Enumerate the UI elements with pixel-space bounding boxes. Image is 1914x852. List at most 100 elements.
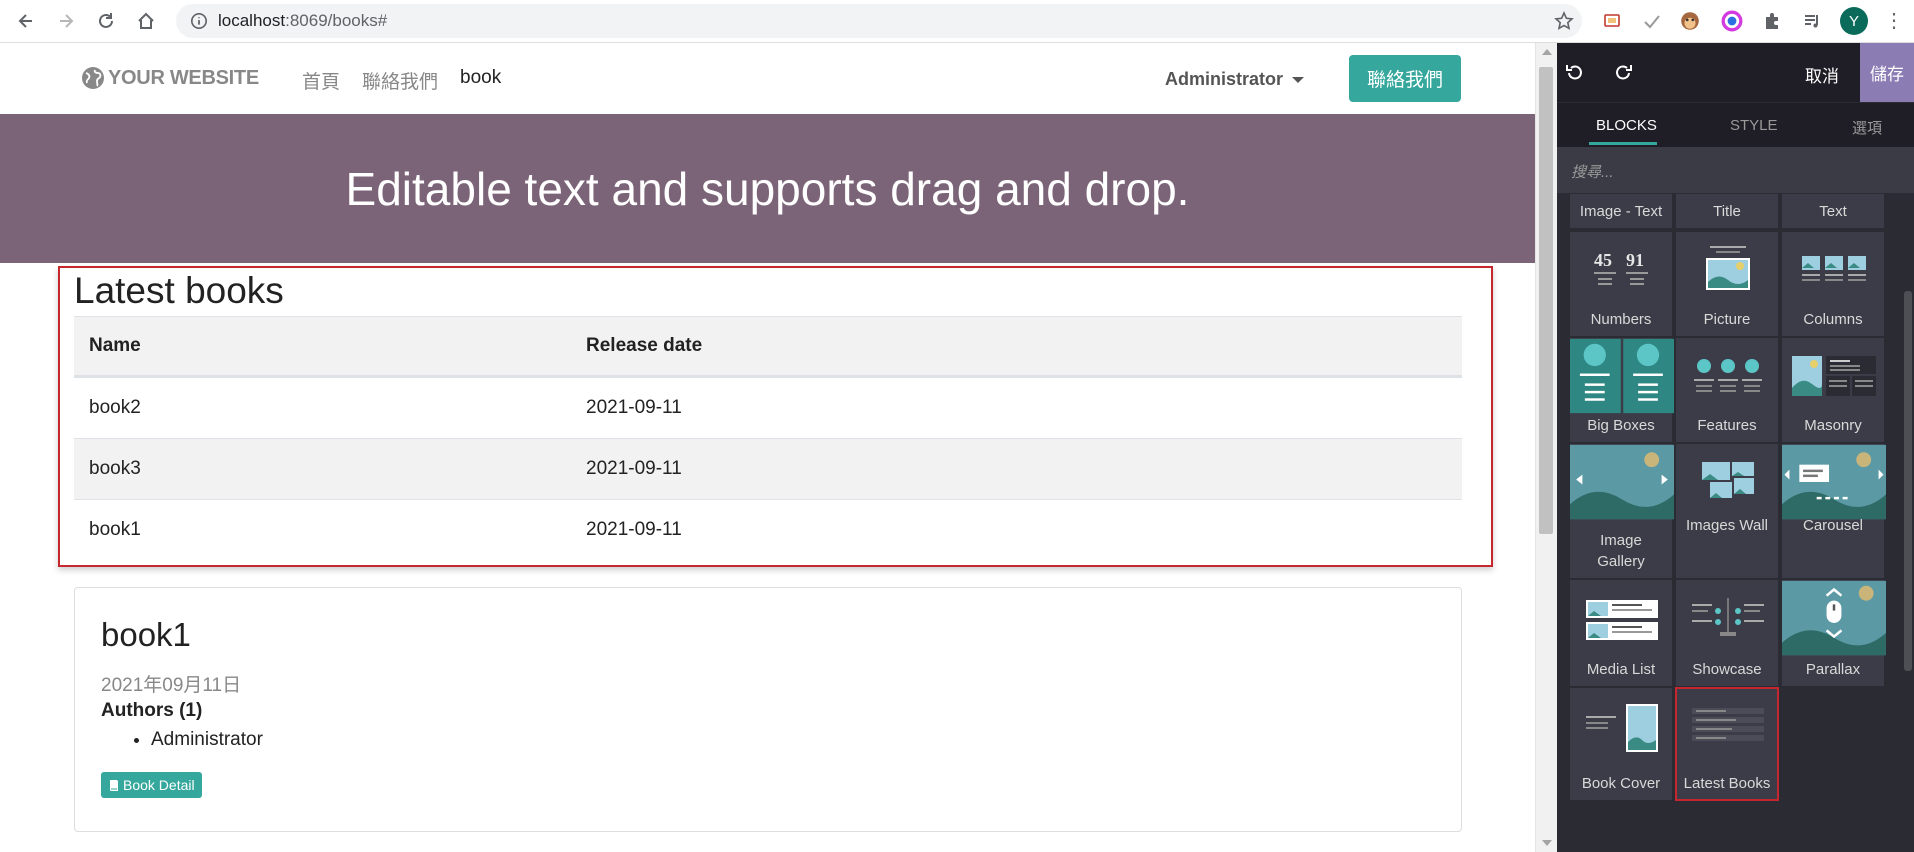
snippet-label: Title	[1713, 203, 1741, 220]
column-header-name: Name	[89, 335, 141, 356]
reload-button[interactable]	[88, 3, 124, 39]
cancel-button[interactable]: 取消	[1805, 62, 1839, 87]
snippet-text[interactable]: Text	[1781, 193, 1885, 229]
contact-us-button[interactable]: 聯絡我們	[1349, 55, 1461, 102]
book-detail-label: Book Detail	[123, 777, 195, 793]
book-card: book1 2021年09月11日 Authors (1) Administra…	[74, 587, 1462, 832]
undo-icon[interactable]	[1565, 62, 1585, 82]
site-menu: 首頁 聯絡我們 book	[302, 67, 501, 94]
editor-toolbar: 取消 儲存	[1557, 43, 1914, 102]
picture-icon	[1706, 246, 1750, 290]
snippet-numbers[interactable]: 45 91 Numbers	[1569, 231, 1673, 337]
page-scrollbar[interactable]	[1535, 43, 1557, 852]
features-icon	[1694, 359, 1762, 392]
snippet-picture[interactable]: Picture	[1675, 231, 1779, 337]
user-dropdown[interactable]: Administrator	[1165, 69, 1304, 90]
forward-button[interactable]	[48, 3, 84, 39]
cell-release-date: 2021-09-11	[586, 519, 682, 540]
info-icon[interactable]	[190, 12, 208, 30]
media-list-icon	[1586, 600, 1658, 640]
menu-item-book[interactable]: book	[460, 67, 501, 94]
book-detail-button[interactable]: Book Detail	[101, 772, 202, 798]
tab-blocks[interactable]: BLOCKS	[1596, 117, 1657, 134]
snippet-label: Image - Text	[1579, 203, 1663, 220]
numbers-icon: 45 91	[1594, 250, 1648, 285]
scroll-up-arrow-icon[interactable]	[1542, 49, 1552, 55]
redo-icon[interactable]	[1613, 62, 1633, 82]
profile-avatar[interactable]: Y	[1840, 7, 1868, 35]
banner-text[interactable]: Editable text and supports drag and drop…	[346, 162, 1190, 216]
snippet-columns[interactable]: Columns	[1781, 231, 1885, 337]
menu-item-contact[interactable]: 聯絡我們	[362, 67, 438, 94]
snippet-label: Book Cover	[1581, 775, 1661, 792]
snippet-label: Image Gallery	[1597, 532, 1645, 570]
tab-options[interactable]: 選項	[1852, 117, 1882, 138]
url-text: localhost:8069/books#	[218, 11, 387, 31]
snippet-showcase[interactable]: Showcase	[1675, 579, 1779, 687]
snippet-grid: Image - Text Title Text 45 91 Numbers Pi…	[1557, 193, 1914, 852]
latest-books-snippet[interactable]: Latest books Name Release date book2 202…	[58, 266, 1493, 567]
panel-scrollbar-thumb[interactable]	[1904, 291, 1912, 671]
media-control-icon[interactable]	[1800, 9, 1824, 33]
snippet-book-cover[interactable]: Book Cover	[1569, 687, 1673, 801]
snippet-carousel[interactable]: Carousel	[1781, 443, 1886, 579]
snippet-features[interactable]: Features	[1675, 337, 1779, 443]
column-header-release-date: Release date	[586, 335, 703, 356]
site-header: YOUR WEBSITE 首頁 聯絡我們 book Administrator …	[0, 43, 1535, 114]
book-cover-icon	[1586, 704, 1658, 752]
snippet-label: Media List	[1586, 661, 1656, 678]
snippet-latest-books[interactable]: Latest Books	[1675, 687, 1779, 801]
panel-tabs: BLOCKS STYLE 選項	[1557, 102, 1914, 147]
snippet-parallax[interactable]: Parallax	[1781, 579, 1886, 687]
snippet-title[interactable]: Title	[1675, 193, 1779, 229]
book-icon	[110, 780, 118, 791]
snippet-media-list[interactable]: Media List	[1569, 579, 1673, 687]
snippet-label: Showcase	[1692, 661, 1762, 678]
columns-icon	[1802, 256, 1866, 281]
snippet-label: Images Wall	[1686, 517, 1768, 534]
home-button[interactable]	[128, 3, 164, 39]
snippet-images-wall[interactable]: Images Wall	[1675, 443, 1779, 579]
cell-release-date: 2021-09-11	[586, 397, 682, 418]
cell-name: book3	[89, 458, 141, 479]
table-header-row: Name Release date	[74, 316, 1462, 377]
monkey-extension-icon[interactable]	[1678, 9, 1702, 33]
snippet-big-boxes[interactable]: Big Boxes	[1569, 337, 1674, 443]
browser-menu-icon[interactable]: ⋮	[1884, 11, 1904, 31]
banner-section[interactable]: Editable text and supports drag and drop…	[0, 114, 1535, 263]
panel-scrollbar[interactable]	[1902, 193, 1914, 852]
save-button[interactable]: 儲存	[1860, 43, 1914, 102]
color-extension-icon[interactable]	[1720, 9, 1744, 33]
reload-icon	[99, 13, 113, 28]
scrollbar-thumb[interactable]	[1539, 67, 1553, 534]
latest-books-table: Name Release date book2 2021-09-11 book3…	[74, 316, 1462, 560]
url-host: localhost	[218, 11, 286, 30]
menu-item-home[interactable]: 首頁	[302, 67, 340, 94]
back-button[interactable]	[8, 3, 44, 39]
check-extension-icon[interactable]	[1640, 9, 1664, 33]
snippet-image-gallery[interactable]: Image Gallery	[1569, 443, 1674, 579]
snippet-masonry[interactable]: Masonry	[1781, 337, 1885, 443]
scroll-down-arrow-icon[interactable]	[1542, 840, 1552, 846]
puzzle-extension-icon[interactable]	[1760, 9, 1784, 33]
globe-icon	[82, 67, 104, 89]
active-tab-indicator	[1589, 142, 1657, 145]
forward-arrow-icon	[60, 14, 74, 28]
snippet-image-text[interactable]: Image - Text	[1569, 193, 1673, 229]
bookmark-star-icon[interactable]	[1554, 11, 1574, 31]
table-row: book2 2021-09-11	[74, 377, 1462, 438]
snippet-label: Numbers	[1590, 311, 1652, 328]
tab-style[interactable]: STYLE	[1730, 117, 1778, 134]
snippet-search-input[interactable]: 搜尋...	[1557, 147, 1914, 193]
book-title: book1	[101, 616, 191, 653]
site-logo[interactable]: YOUR WEBSITE	[80, 65, 259, 91]
big-boxes-icon	[1570, 338, 1674, 414]
cast-icon[interactable]	[1600, 9, 1624, 33]
book-date: 2021年09月11日	[101, 675, 242, 696]
snippet-label: Columns	[1803, 311, 1863, 328]
website-preview: YOUR WEBSITE 首頁 聯絡我們 book Administrator …	[0, 43, 1535, 852]
svg-text:91: 91	[1626, 250, 1644, 270]
address-bar[interactable]: localhost:8069/books#	[176, 4, 1582, 38]
latest-books-title[interactable]: Latest books	[74, 270, 284, 312]
snippet-label: Picture	[1703, 311, 1751, 328]
